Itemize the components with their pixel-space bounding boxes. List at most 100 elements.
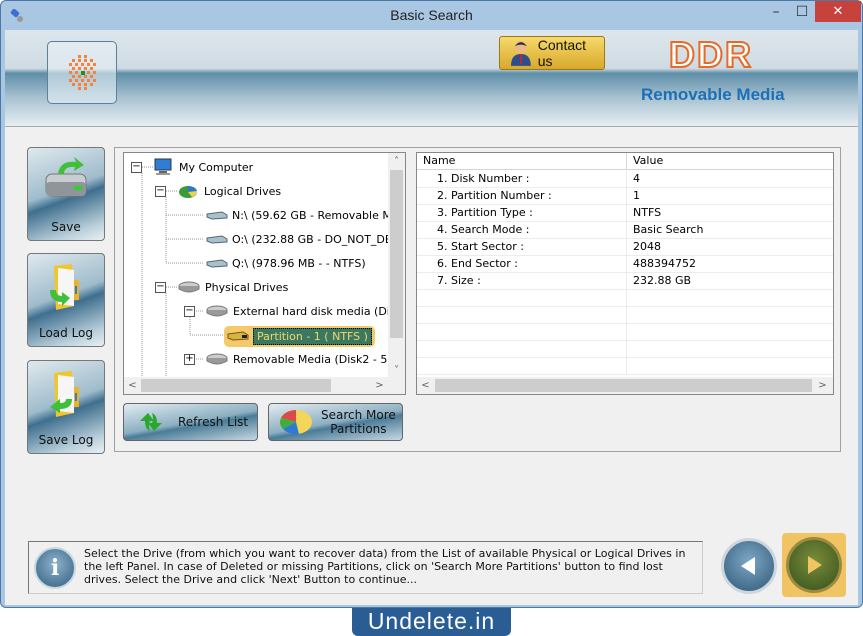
table-row[interactable] — [417, 358, 833, 375]
cell-value — [627, 290, 833, 306]
collapse-external-disk[interactable]: − — [184, 306, 195, 317]
help-text: Select the Drive (from which you want to… — [84, 547, 686, 586]
computer-icon — [154, 158, 172, 175]
table-row[interactable]: 7. Size :232.88 GB — [417, 273, 833, 290]
disk-icon — [206, 353, 228, 365]
tree-node-label: O:\ (232.88 GB - DO_NOT_DELETE — [232, 232, 406, 246]
help-info-box: i Select the Drive (from which you want … — [28, 541, 703, 594]
load-log-button[interactable]: Load Log — [27, 253, 105, 347]
cell-value: 4 — [627, 171, 833, 187]
cell-name: 3. Partition Type : — [417, 205, 627, 221]
collapse-physical-drives[interactable]: − — [155, 282, 166, 293]
tree-node-label: External hard disk media (Disk4 - — [233, 304, 406, 318]
save-button[interactable]: Save — [27, 147, 105, 241]
expand-removable-media[interactable]: + — [184, 354, 195, 365]
search-more-partitions-button[interactable]: Search More Partitions — [268, 403, 403, 441]
table-row[interactable] — [417, 307, 833, 324]
logo-checker-icon — [69, 54, 96, 90]
disk-icon — [206, 305, 228, 317]
scroll-up-arrow[interactable]: ˄ — [388, 153, 405, 170]
grid-horizontal-scrollbar[interactable]: < > — [417, 377, 833, 394]
table-row[interactable]: 4. Search Mode : Basic Search — [417, 222, 833, 239]
tree-node-label: Q:\ (978.96 MB - - NTFS) — [232, 256, 366, 270]
search-more-partitions-label: Search More Partitions — [321, 408, 396, 436]
tree-node-removable-media[interactable]: Removable Media (Disk2 - 59.62 — [206, 350, 405, 368]
tree-horizontal-scrollbar[interactable]: < > — [124, 377, 405, 394]
tree-horizontal-scroll-thumb[interactable] — [141, 379, 331, 392]
grid-header: Name Value — [417, 153, 833, 170]
grid-scroll-right-arrow[interactable]: > — [814, 377, 831, 394]
table-row[interactable]: 3. Partition Type : NTFS — [417, 205, 833, 222]
title-bar: Basic Search – ☐ ✕ — [1, 1, 862, 30]
cell-name — [417, 358, 627, 374]
drive-tree[interactable]: − My Computer − Logical Drives N:\ (59.6… — [123, 152, 406, 395]
scroll-right-arrow[interactable]: > — [371, 377, 388, 394]
back-arrow-icon — [741, 557, 755, 575]
grid-horizontal-scroll-thumb[interactable] — [435, 379, 812, 392]
cell-name: 6. End Sector : — [417, 256, 627, 272]
table-row[interactable]: 2. Partition Number :1 — [417, 188, 833, 205]
cell-name — [417, 324, 627, 340]
tree-node-drive-o[interactable]: O:\ (232.88 GB - DO_NOT_DELETE — [206, 230, 406, 248]
tree-node-physical-drives[interactable]: Physical Drives — [178, 278, 288, 296]
tree-node-partition-1[interactable]: Partition - 1 ( NTFS ) — [224, 321, 375, 351]
tree-node-drive-n[interactable]: N:\ (59.62 GB - Removable Media — [206, 206, 405, 224]
grid-scroll-left-arrow[interactable]: < — [417, 377, 434, 394]
table-row[interactable]: 5. Start Sector :2048 — [417, 239, 833, 256]
tree-node-drive-q[interactable]: Q:\ (978.96 MB - - NTFS) — [206, 254, 366, 272]
pie-drive-icon — [179, 185, 198, 198]
cell-value: NTFS — [627, 205, 833, 221]
maximize-button[interactable]: ☐ — [789, 1, 815, 22]
contact-person-icon — [510, 41, 531, 66]
client-area: Contact us DDR Removable Media Save Load… — [5, 30, 858, 605]
cell-value: 488394752 — [627, 256, 833, 272]
cell-name: 1. Disk Number : — [417, 171, 627, 187]
cell-name: 2. Partition Number : — [417, 188, 627, 204]
cell-value — [627, 324, 833, 340]
pie-chart-icon — [280, 410, 312, 435]
contact-us-label: Contact us — [537, 37, 587, 69]
collapse-logical-drives[interactable]: − — [155, 186, 166, 197]
cell-value — [627, 358, 833, 374]
tree-node-logical-drives[interactable]: Logical Drives — [178, 182, 281, 200]
load-log-folder-icon — [50, 264, 79, 310]
minimize-button[interactable]: – — [763, 1, 789, 22]
tree-vertical-scrollbar[interactable]: ˄ ˅ — [388, 153, 405, 379]
drive-icon — [206, 211, 228, 220]
drive-selection-panel: − My Computer − Logical Drives N:\ (59.6… — [114, 147, 841, 452]
table-row[interactable]: 6. End Sector :488394752 — [417, 256, 833, 273]
next-arrow-icon — [808, 556, 822, 574]
save-log-button[interactable]: Save Log — [27, 360, 105, 454]
cell-value: Basic Search — [627, 222, 833, 238]
cell-name — [417, 341, 627, 357]
cell-name — [417, 290, 627, 306]
scroll-left-arrow[interactable]: < — [124, 377, 141, 394]
tree-node-label: Physical Drives — [205, 280, 289, 294]
column-header-name[interactable]: Name — [417, 153, 627, 170]
collapse-my-computer[interactable]: − — [131, 162, 142, 173]
table-row[interactable] — [417, 290, 833, 307]
tree-node-my-computer[interactable]: My Computer — [153, 158, 253, 176]
tree-vertical-scroll-thumb[interactable] — [390, 170, 403, 338]
drive-icon — [206, 259, 228, 268]
next-button[interactable] — [782, 533, 846, 597]
cell-value — [627, 341, 833, 357]
table-row[interactable] — [417, 341, 833, 358]
tree-node-external-disk[interactable]: External hard disk media (Disk4 - — [206, 302, 406, 320]
next-button-circle — [786, 537, 842, 593]
table-row[interactable] — [417, 324, 833, 341]
partition-details-grid: Name Value 1. Disk Number :4 2. Partition… — [416, 152, 834, 395]
tree-node-label: My Computer — [179, 160, 254, 174]
drive-icon — [206, 235, 228, 244]
close-button[interactable]: ✕ — [815, 1, 861, 22]
cell-value: 232.88 GB — [627, 273, 833, 289]
cell-name: 4. Search Mode : — [417, 222, 627, 238]
cell-name: 7. Size : — [417, 273, 627, 289]
search-more-line2: Partitions — [330, 422, 387, 436]
refresh-list-button[interactable]: Refresh List — [123, 403, 258, 441]
contact-us-button[interactable]: Contact us — [499, 36, 605, 70]
table-row[interactable]: 1. Disk Number :4 — [417, 171, 833, 188]
column-header-value[interactable]: Value — [627, 153, 833, 170]
back-button[interactable] — [721, 538, 777, 594]
window-title: Basic Search — [390, 7, 473, 23]
